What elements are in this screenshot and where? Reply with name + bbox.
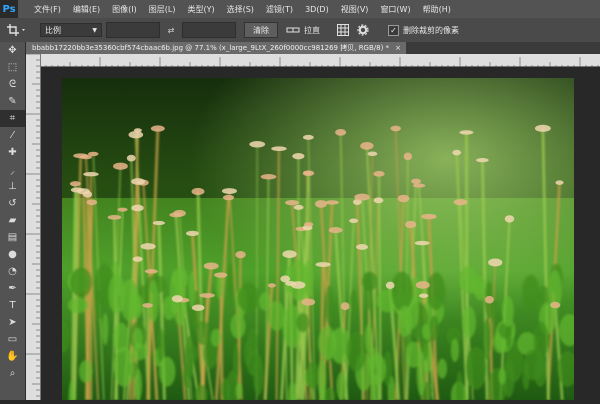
history-brush-tool-icon[interactable]: ↺: [0, 195, 25, 212]
menu-layer[interactable]: 图层(L): [143, 4, 182, 15]
horizontal-ruler: [39, 54, 600, 69]
width-field[interactable]: [106, 22, 160, 38]
shape-tool-icon[interactable]: ▭: [0, 331, 25, 348]
options-bar: 比例 ▼ ⇄ 清除 拉直 ✓ 删除裁剪的像素: [0, 18, 600, 43]
menu-view[interactable]: 视图(V): [335, 4, 375, 15]
tools-panel: ✥ ⬚ ᘓ ✎ ⌗ ⁄ ✚ ⸝ ⊥ ↺ ▰ ▤ ● ◔ ✒ T ➤ ▭ ✋ ⌕: [0, 42, 26, 400]
moss-photo: [62, 78, 574, 400]
straighten-label[interactable]: 拉直: [304, 25, 320, 36]
move-tool-icon[interactable]: ✥: [0, 42, 25, 59]
quick-select-tool-icon[interactable]: ✎: [0, 93, 25, 110]
menu-edit[interactable]: 编辑(E): [67, 4, 106, 15]
crop-icon: [7, 24, 25, 36]
vertical-ruler: [26, 53, 41, 400]
ratio-select-value: 比例: [45, 25, 61, 35]
close-icon[interactable]: ×: [395, 44, 401, 52]
document-tab[interactable]: bbabb17220bb3e35360cbf574cbaac6b.jpg @ 7…: [26, 42, 406, 54]
eyedropper-tool-icon[interactable]: ⁄: [0, 127, 25, 144]
photoshop-logo: Ps: [0, 0, 18, 18]
height-field[interactable]: [182, 22, 236, 38]
crop-tool-icon[interactable]: ⌗: [0, 110, 25, 127]
menu-file[interactable]: 文件(F): [28, 4, 67, 15]
ruler-ticks-left: [26, 53, 40, 397]
straighten-icon[interactable]: [286, 21, 300, 39]
menu-select[interactable]: 选择(S): [221, 4, 260, 15]
zoom-tool-icon[interactable]: ⌕: [0, 365, 25, 382]
clear-button[interactable]: 清除: [244, 22, 278, 38]
tab-strip-empty: [406, 42, 600, 54]
delete-cropped-label: 删除裁剪的像素: [403, 25, 459, 35]
menu-type[interactable]: 类型(Y): [181, 4, 220, 15]
path-select-tool-icon[interactable]: ➤: [0, 314, 25, 331]
menu-3d[interactable]: 3D(D): [299, 5, 335, 14]
grid-icon: [337, 24, 349, 36]
menu-bar: Ps 文件(F) 编辑(E) 图像(I) 图层(L) 类型(Y) 选择(S) 滤…: [0, 0, 600, 18]
menu-image[interactable]: 图像(I): [106, 4, 143, 15]
crop-preset-button[interactable]: [4, 21, 30, 39]
lasso-tool-icon[interactable]: ᘓ: [0, 76, 25, 93]
dodge-tool-icon[interactable]: ◔: [0, 263, 25, 280]
marquee-tool-icon[interactable]: ⬚: [0, 59, 25, 76]
blur-tool-icon[interactable]: ●: [0, 246, 25, 263]
delete-cropped-checkbox[interactable]: ✓: [388, 24, 399, 36]
menu-window[interactable]: 窗口(W): [374, 4, 416, 15]
eraser-tool-icon[interactable]: ▰: [0, 212, 25, 229]
hand-tool-icon[interactable]: ✋: [0, 348, 25, 365]
menu-filter[interactable]: 滤镜(T): [260, 4, 299, 15]
clone-stamp-tool-icon[interactable]: ⊥: [0, 178, 25, 195]
healing-brush-tool-icon[interactable]: ✚: [0, 144, 25, 161]
settings-gear-icon: [357, 24, 369, 36]
pen-tool-icon[interactable]: ✒: [0, 280, 25, 297]
gradient-tool-icon[interactable]: ▤: [0, 229, 25, 246]
grid-overlay-icon[interactable]: [336, 21, 350, 39]
level-icon: [286, 27, 300, 33]
gear-icon[interactable]: [356, 21, 370, 39]
swap-icon[interactable]: ⇄: [164, 21, 178, 39]
document-title: bbabb17220bb3e35360cbf574cbaac6b.jpg @ 7…: [32, 44, 390, 52]
chevron-down-icon: ▼: [92, 26, 97, 34]
menu-help[interactable]: 帮助(H): [417, 4, 457, 15]
type-tool-icon[interactable]: T: [0, 297, 25, 314]
brush-tool-icon[interactable]: ⸝: [0, 161, 25, 178]
ratio-select[interactable]: 比例 ▼: [40, 23, 102, 37]
document-image[interactable]: [62, 78, 574, 400]
